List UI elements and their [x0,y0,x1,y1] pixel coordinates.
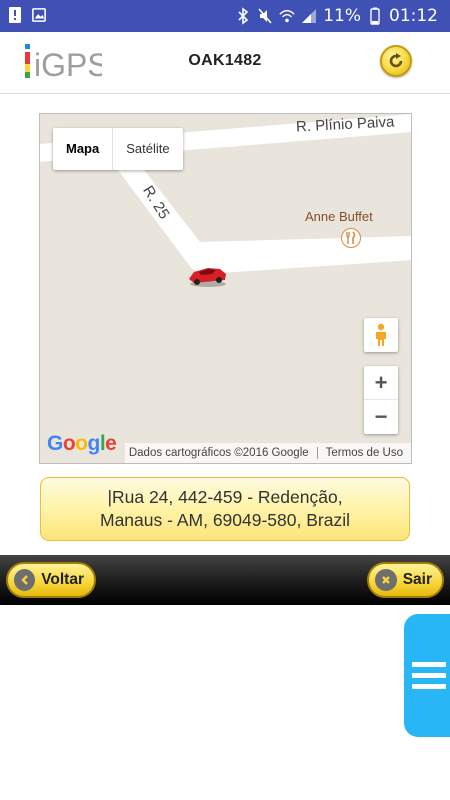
map-view[interactable]: Mapa Satélite R. Plínio Paiva R. 25 Anne… [39,113,412,464]
zoom-out-button[interactable]: − [364,400,398,434]
bluetooth-icon [238,7,249,25]
exit-button[interactable]: Sair [367,562,444,598]
status-bar: 11% 01:12 [0,0,450,32]
attribution-divider [316,447,318,459]
poi-label: Anne Buffet [305,209,373,224]
drawer-menu-button[interactable] [404,614,450,737]
gallery-notification-icon [32,8,46,22]
attribution-text: Dados cartográficos ©2016 Google [128,447,309,459]
wifi-icon [279,9,295,23]
map-type-control: Mapa Satélite [53,128,183,170]
back-label: Voltar [41,571,84,588]
zoom-control: + − [364,366,398,434]
street-view-pegman[interactable] [364,318,398,352]
map-type-mapa[interactable]: Mapa [53,128,114,170]
menu-icon-bar [412,662,446,667]
app-header: iGPS OAK1482 [0,32,450,94]
zoom-in-button[interactable]: + [364,366,398,400]
car-icon[interactable] [186,262,228,288]
mute-icon [258,8,272,24]
menu-icon-bar [412,673,446,678]
notification-sim-icon [9,7,21,23]
menu-icon-bar [412,684,446,689]
back-button[interactable]: Voltar [6,562,96,598]
bottom-toolbar: Voltar Sair [0,555,450,605]
address-line-2: Manaus - AM, 69049-580, Brazil [100,510,350,530]
pegman-icon [376,323,386,346]
battery-percent: 11% [323,6,361,26]
restaurant-icon[interactable] [341,228,361,248]
map-type-satelite[interactable]: Satélite [113,128,182,170]
signal-icon [302,9,317,23]
chevron-left-icon [14,569,36,591]
clock: 01:12 [389,6,438,26]
address-box: |Rua 24, 442-459 - Redenção, Manaus - AM… [40,477,410,541]
google-logo: Google [47,432,117,455]
address-line-1: |Rua 24, 442-459 - Redenção, [107,487,343,507]
close-icon [375,569,397,591]
exit-label: Sair [402,571,432,588]
refresh-icon [389,53,403,68]
map-attribution: Dados cartográficos ©2016 Google Termos … [124,443,411,463]
refresh-button[interactable] [380,45,412,77]
battery-icon [370,7,380,25]
terms-link[interactable]: Termos de Uso [326,447,411,459]
